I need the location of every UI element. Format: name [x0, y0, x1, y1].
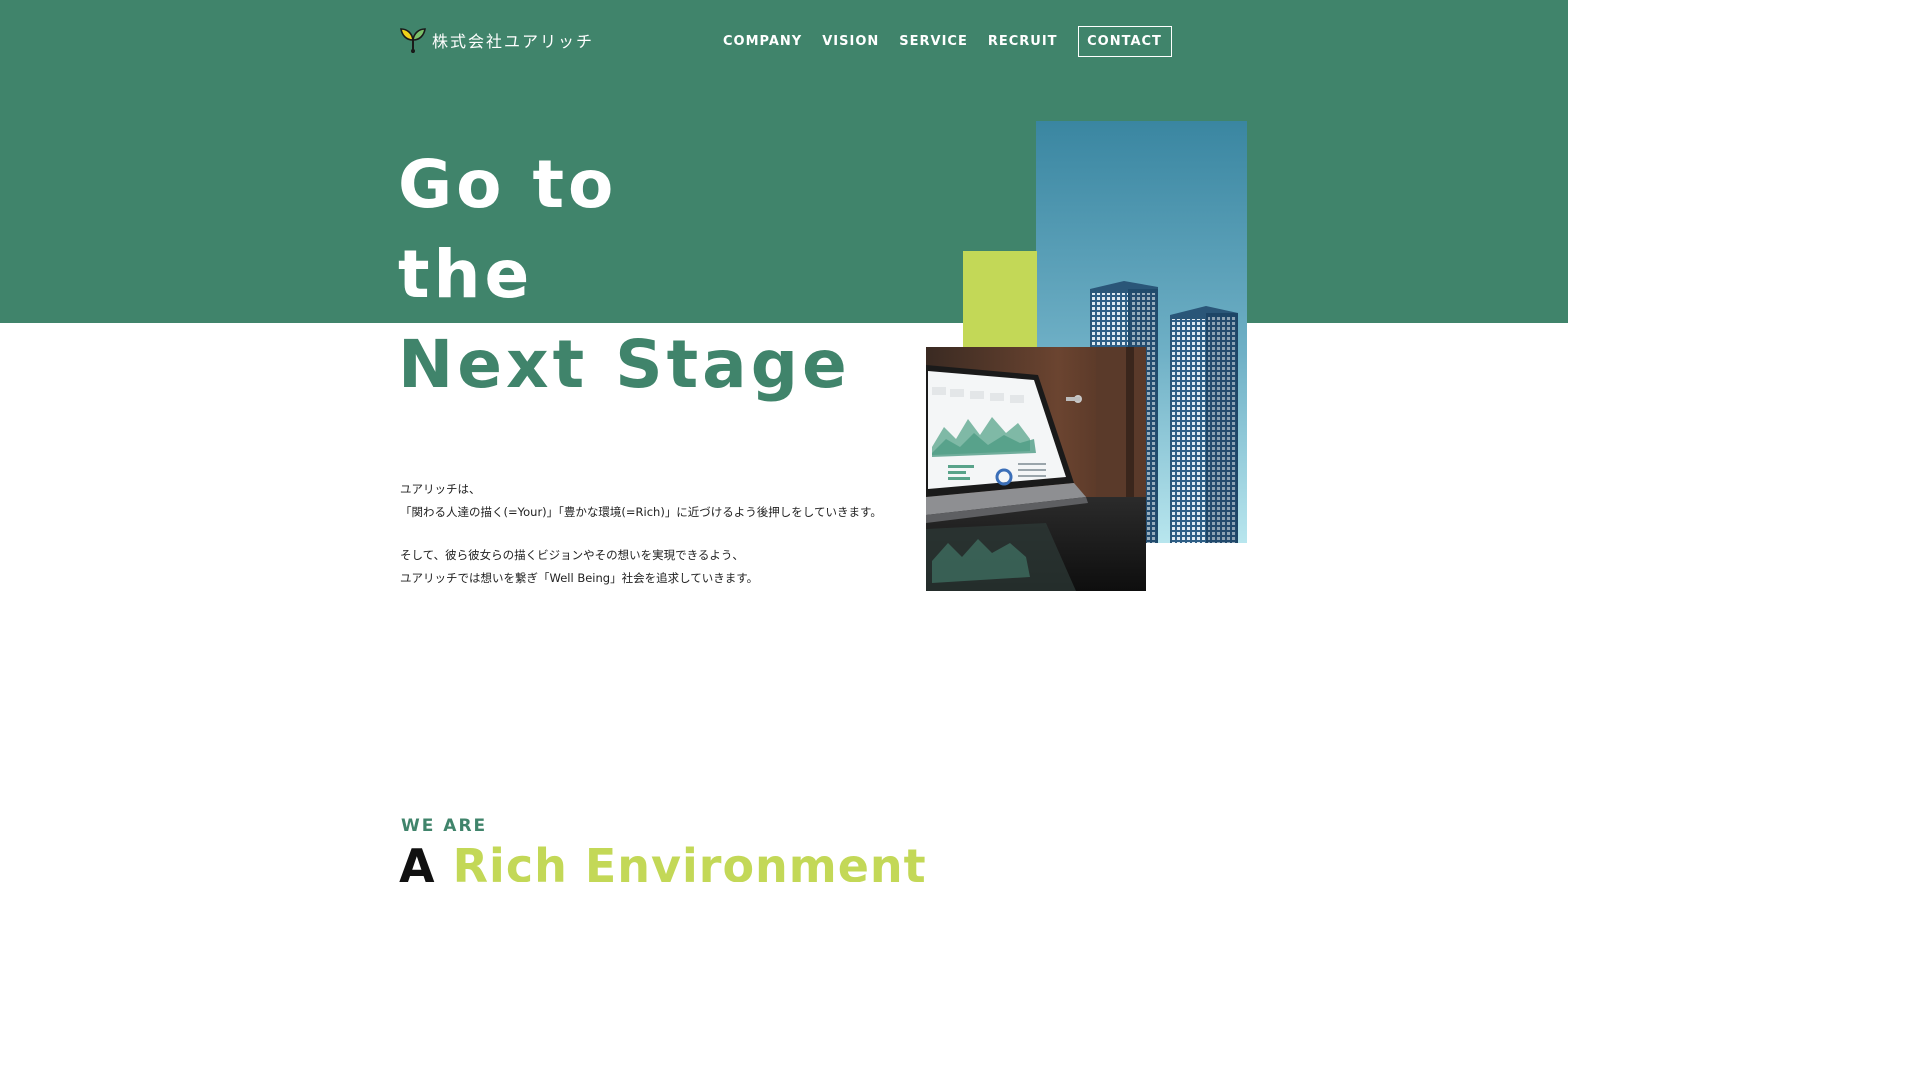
- section-title-prefix: A: [399, 839, 436, 882]
- nav-service[interactable]: SERVICE: [889, 34, 978, 49]
- laptop-analytics-image: [926, 347, 1146, 591]
- contact-button[interactable]: CONTACT: [1077, 25, 1172, 57]
- intro-line-4: ユアリッチでは想いを繋ぎ「Well Being」社会を追求していきます。: [400, 571, 759, 585]
- headline-line-2: the: [398, 236, 534, 313]
- page: 株式会社ユアリッチ COMPANY VISION SERVICE RECRUIT…: [0, 0, 1568, 882]
- accent-block: [963, 251, 1037, 349]
- sprout-logo-icon: [400, 28, 426, 53]
- section-eyebrow: WE ARE: [401, 816, 488, 836]
- hero-intro: ユアリッチは、 「関わる人達の描く(=Your)」「豊かな環境(=Rich)」に…: [400, 478, 910, 590]
- headline-line-3: Next Stage: [398, 326, 851, 403]
- nav-recruit[interactable]: RECRUIT: [978, 34, 1068, 49]
- site-logo[interactable]: 株式会社ユアリッチ: [400, 26, 594, 54]
- intro-line-2: 「関わる人達の描く(=Your)」「豊かな環境(=Rich)」に近づけるよう後押…: [400, 505, 882, 519]
- section-title: A Rich Environment: [399, 836, 927, 882]
- headline-line-1: Go to: [398, 146, 618, 223]
- logo-text: 株式会社ユアリッチ: [432, 32, 595, 51]
- intro-line-3: そして、彼ら彼女らの描くビジョンやその想いを実現できるよう、: [400, 548, 744, 562]
- intro-line-1: ユアリッチは、: [400, 482, 481, 496]
- nav-vision[interactable]: VISION: [812, 34, 889, 49]
- nav-company[interactable]: COMPANY: [713, 34, 812, 49]
- section-title-highlight: Rich Environment: [452, 839, 927, 882]
- hero-headline: Go to the Next Stage: [398, 140, 851, 410]
- main-nav: COMPANY VISION SERVICE RECRUIT CONTACT: [713, 24, 1172, 58]
